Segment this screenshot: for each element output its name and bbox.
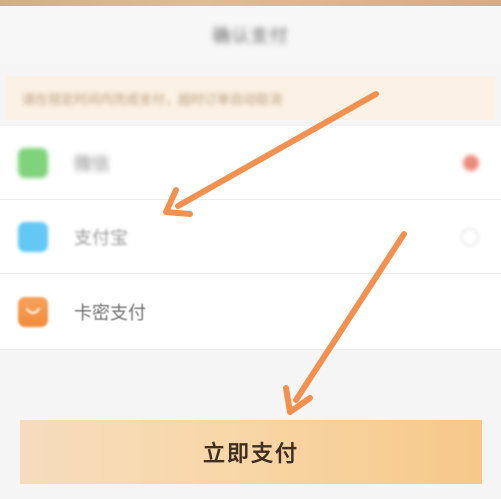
payment-option-card[interactable]: 卡密支付 bbox=[0, 274, 501, 350]
payment-option-label: 支付宝 bbox=[74, 227, 128, 249]
alipay-icon bbox=[18, 221, 48, 252]
payment-method-list: 微信 支付宝 卡密支付 bbox=[0, 126, 501, 350]
page-title: 确认支付 bbox=[212, 26, 289, 47]
radio-selected-icon[interactable] bbox=[463, 154, 479, 171]
payment-option-wechat[interactable]: 微信 bbox=[0, 126, 501, 200]
radio-unselected-icon[interactable] bbox=[461, 227, 479, 246]
payment-option-label: 卡密支付 bbox=[74, 302, 146, 324]
notice-banner: 请在规定时间内完成支付，超时订单自动取消 bbox=[6, 76, 495, 120]
pay-now-button[interactable]: 立即支付 bbox=[20, 420, 482, 484]
header: 确认支付 bbox=[0, 6, 501, 64]
payment-screen: 确认支付 请在规定时间内完成支付，超时订单自动取消 微信 支付宝 卡密支付 立即… bbox=[0, 0, 501, 499]
arrow-to-pay-button-head bbox=[283, 385, 313, 415]
notice-text: 请在规定时间内完成支付，超时订单自动取消 bbox=[22, 92, 283, 108]
payment-option-alipay[interactable]: 支付宝 bbox=[0, 200, 501, 274]
card-icon bbox=[18, 296, 48, 327]
wechat-icon bbox=[18, 147, 48, 178]
card-glyph-icon bbox=[26, 307, 40, 314]
payment-option-label: 微信 bbox=[74, 153, 110, 175]
